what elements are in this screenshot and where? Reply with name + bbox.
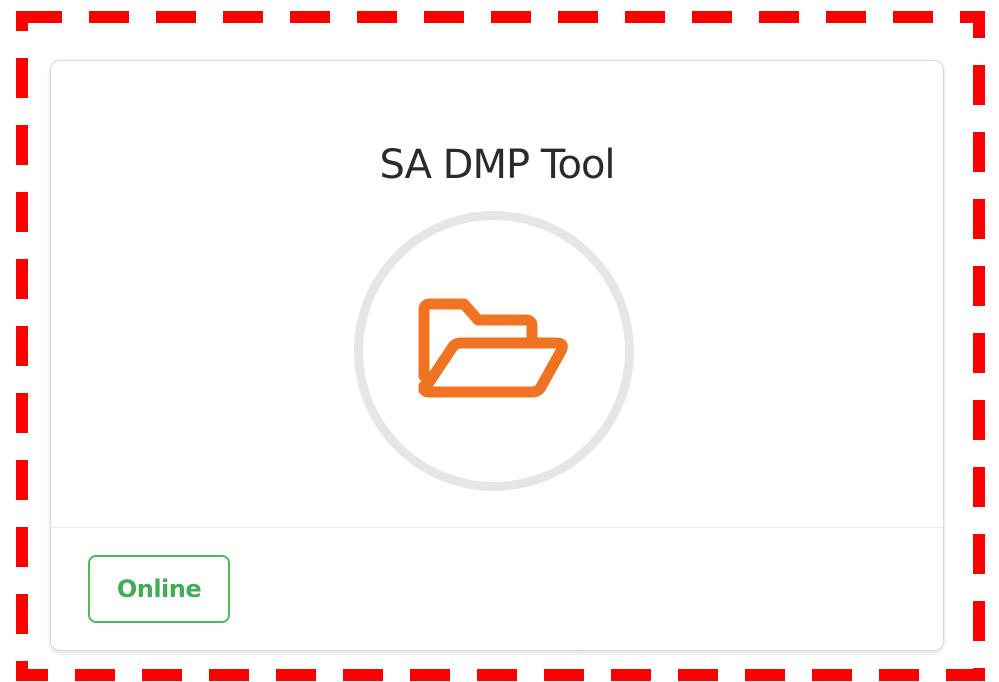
card-body[interactable]: SA DMP Tool xyxy=(51,61,943,527)
status-badge: Online xyxy=(88,555,230,623)
card-footer: Online xyxy=(51,528,943,650)
folder-open-icon xyxy=(418,298,568,398)
page: SA DMP Tool Online xyxy=(0,0,999,682)
app-card[interactable]: SA DMP Tool Online xyxy=(50,60,944,651)
app-title: SA DMP Tool xyxy=(379,142,615,188)
